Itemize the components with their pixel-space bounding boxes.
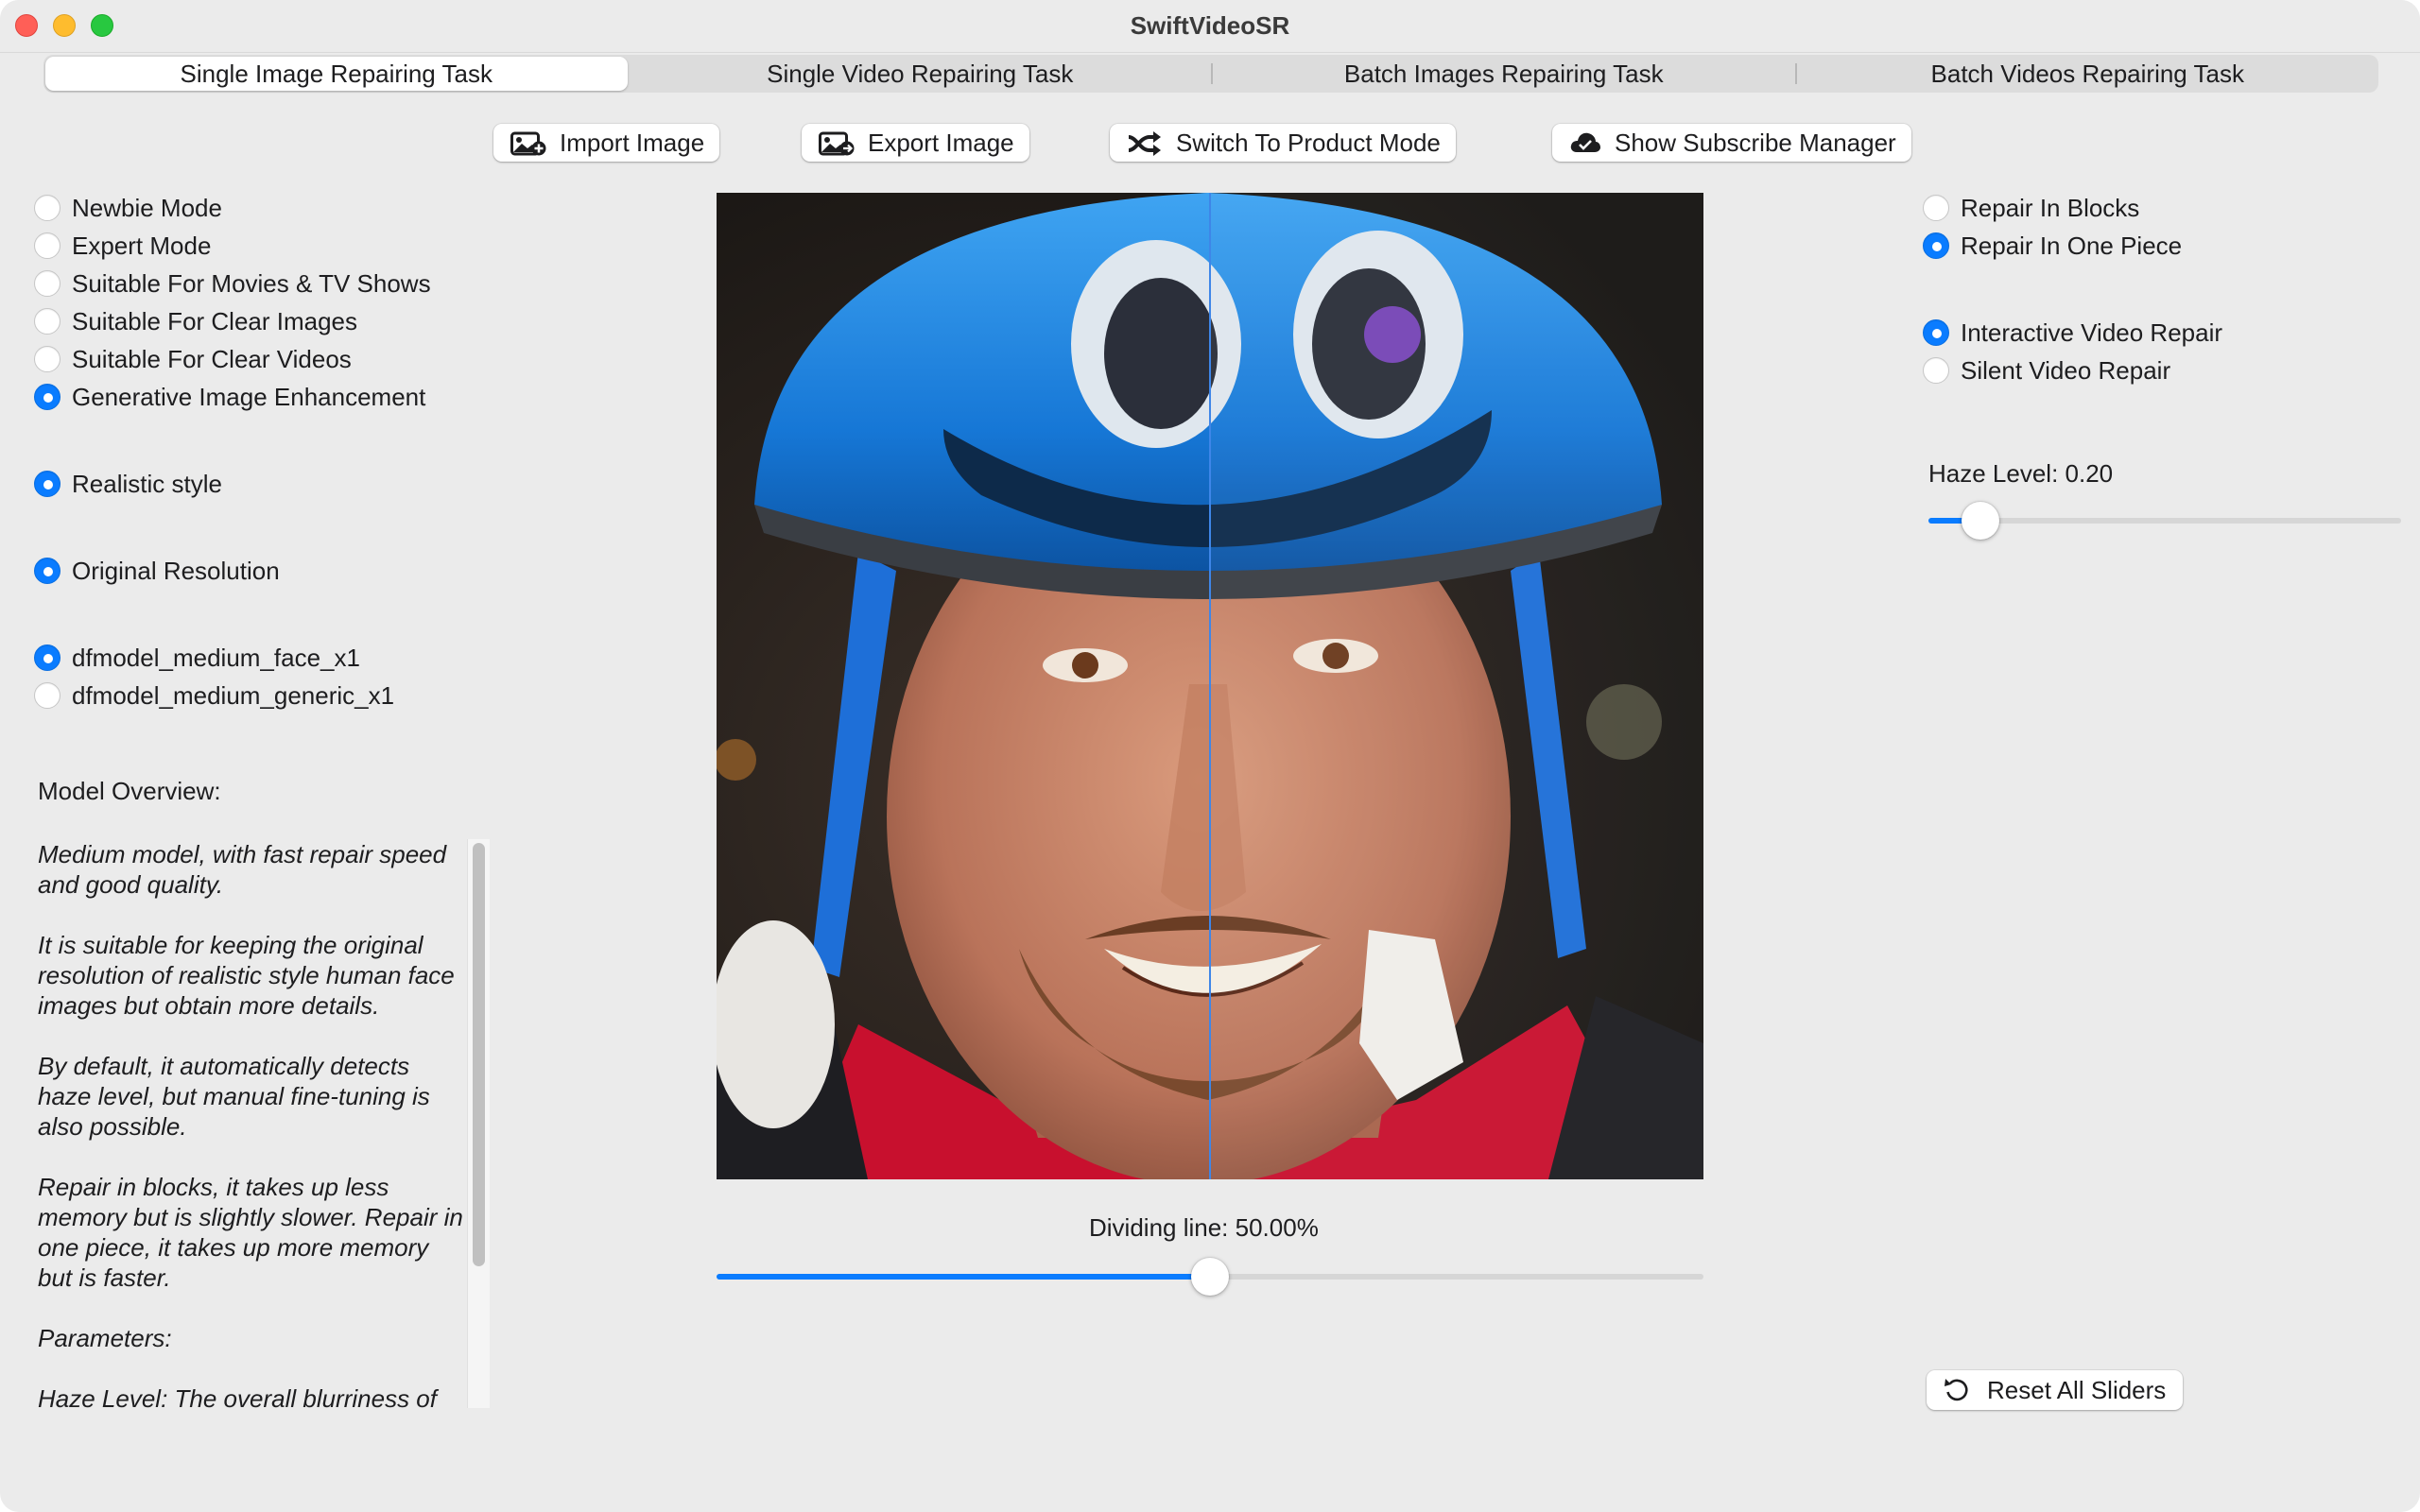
radio-label: Silent Video Repair xyxy=(1961,355,2171,385)
dividing-line-label: Dividing line: 50.00% xyxy=(1089,1213,1319,1242)
radio-realistic-style[interactable]: Realistic style xyxy=(34,468,222,500)
overview-scrollbar[interactable] xyxy=(467,839,490,1408)
radio-label: dfmodel_medium_generic_x1 xyxy=(72,680,395,710)
radio-movies-tv[interactable]: Suitable For Movies & TV Shows xyxy=(34,267,431,300)
overview-paragraph: Medium model, with fast repair speed and… xyxy=(38,840,447,899)
radio-button[interactable] xyxy=(34,682,60,709)
reset-all-sliders-label: Reset All Sliders xyxy=(1987,1376,2167,1404)
radio-silent-video-repair[interactable]: Silent Video Repair xyxy=(1923,354,2170,387)
radio-button[interactable] xyxy=(34,558,60,584)
task-tabs: Single Image Repairing Task Single Video… xyxy=(43,55,2378,93)
radio-button[interactable] xyxy=(34,270,60,297)
title-bar: SwiftVideoSR xyxy=(0,0,2420,53)
tab-single-image[interactable]: Single Image Repairing Task xyxy=(45,57,628,91)
radio-label: Suitable For Movies & TV Shows xyxy=(72,268,431,298)
reset-all-sliders-button[interactable]: Reset All Sliders xyxy=(1927,1370,2184,1410)
window-title: SwiftVideoSR xyxy=(1130,11,1290,40)
radio-button[interactable] xyxy=(34,471,60,497)
radio-button[interactable] xyxy=(34,384,60,410)
radio-label: Interactive Video Repair xyxy=(1961,318,2223,347)
radio-button[interactable] xyxy=(1923,195,1949,221)
radio-interactive-video-repair[interactable]: Interactive Video Repair xyxy=(1923,317,2222,349)
overview-scroll-thumb[interactable] xyxy=(473,843,485,1266)
radio-label: Suitable For Clear Videos xyxy=(72,344,352,373)
radio-button[interactable] xyxy=(1923,232,1949,259)
radio-repair-in-one-piece[interactable]: Repair In One Piece xyxy=(1923,230,2182,262)
radio-button[interactable] xyxy=(34,308,60,335)
radio-button[interactable] xyxy=(34,346,60,372)
model-overview-label: Model Overview: xyxy=(38,777,221,805)
radio-label: Generative Image Enhancement xyxy=(72,382,426,411)
app-window: SwiftVideoSR Single Image Repairing Task… xyxy=(0,0,2420,1512)
switch-product-mode-button[interactable]: Switch To Product Mode xyxy=(1110,124,1456,162)
dividing-line-slider-fill xyxy=(717,1274,1210,1280)
radio-button[interactable] xyxy=(34,232,60,259)
shuffle-icon xyxy=(1128,131,1161,156)
tab-batch-videos[interactable]: Batch Videos Repairing Task xyxy=(1797,55,2379,93)
haze-level-label: Haze Level: 0.20 xyxy=(1928,459,2114,488)
export-image-button[interactable]: Export Image xyxy=(802,124,1029,162)
radio-button[interactable] xyxy=(34,195,60,221)
radio-label: Repair In Blocks xyxy=(1961,193,2140,222)
overview-paragraph: It is suitable for keeping the original … xyxy=(38,931,455,1020)
haze-level-slider-track[interactable] xyxy=(1928,518,2401,524)
dividing-line-slider-knob[interactable] xyxy=(1191,1258,1229,1296)
radio-clear-images[interactable]: Suitable For Clear Images xyxy=(34,305,357,337)
tab-batch-images[interactable]: Batch Images Repairing Task xyxy=(1213,55,1795,93)
import-image-button[interactable]: Import Image xyxy=(493,124,720,162)
image-import-icon xyxy=(510,131,546,156)
cloud-check-icon xyxy=(1570,132,1600,152)
comparison-divider-line[interactable] xyxy=(1209,193,1211,1179)
radio-label: Realistic style xyxy=(72,469,222,498)
radio-label: Repair In One Piece xyxy=(1961,231,2183,260)
import-image-label: Import Image xyxy=(560,129,705,157)
overview-paragraph: By default, it automatically detects haz… xyxy=(38,1052,430,1141)
switch-product-mode-label: Switch To Product Mode xyxy=(1176,129,1441,157)
show-subscribe-manager-label: Show Subscribe Manager xyxy=(1615,129,1896,157)
radio-generative-enhancement[interactable]: Generative Image Enhancement xyxy=(34,381,425,413)
overview-paragraph: Parameters: xyxy=(38,1324,172,1352)
overview-paragraph: Repair in blocks, it takes up less memor… xyxy=(38,1173,463,1292)
radio-repair-in-blocks[interactable]: Repair In Blocks xyxy=(1923,192,2139,224)
radio-model-generic[interactable]: dfmodel_medium_generic_x1 xyxy=(34,679,394,712)
reset-icon xyxy=(1945,1379,1968,1401)
radio-expert-mode[interactable]: Expert Mode xyxy=(34,230,211,262)
radio-label: Suitable For Clear Images xyxy=(72,306,358,335)
radio-original-resolution[interactable]: Original Resolution xyxy=(34,555,280,587)
radio-label: dfmodel_medium_face_x1 xyxy=(72,643,360,672)
radio-label: Expert Mode xyxy=(72,231,212,260)
radio-button[interactable] xyxy=(1923,319,1949,346)
overview-paragraph: Haze Level: The overall blurriness of xyxy=(38,1384,437,1408)
haze-level-slider-knob[interactable] xyxy=(1962,502,1999,540)
radio-model-face[interactable]: dfmodel_medium_face_x1 xyxy=(34,642,360,674)
export-image-label: Export Image xyxy=(868,129,1014,157)
tab-single-video[interactable]: Single Video Repairing Task xyxy=(630,55,1212,93)
radio-button[interactable] xyxy=(34,644,60,671)
radio-newbie-mode[interactable]: Newbie Mode xyxy=(34,192,222,224)
radio-clear-videos[interactable]: Suitable For Clear Videos xyxy=(34,343,352,375)
image-export-icon xyxy=(819,131,855,156)
show-subscribe-manager-button[interactable]: Show Subscribe Manager xyxy=(1552,124,1911,162)
radio-label: Newbie Mode xyxy=(72,193,222,222)
radio-button[interactable] xyxy=(1923,357,1949,384)
model-overview-text[interactable]: Medium model, with fast repair speed and… xyxy=(38,839,463,1408)
radio-label: Original Resolution xyxy=(72,556,280,585)
